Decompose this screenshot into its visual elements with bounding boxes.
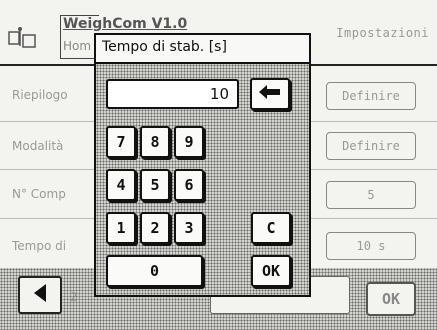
row-button-tempo[interactable]: 10 s [326, 232, 416, 260]
back-button[interactable] [18, 276, 62, 314]
header-subtitle: Hom [63, 39, 92, 53]
dialog-titlebar: Tempo di stab. [s] [96, 35, 309, 64]
clear-button[interactable]: C [251, 212, 291, 244]
row-button-components[interactable]: 5 [326, 181, 416, 209]
stabilization-time-dialog: Tempo di stab. [s] 10 7 8 9 4 5 6 1 2 3 … [94, 33, 311, 297]
key-8[interactable]: 8 [140, 126, 170, 158]
key-7[interactable]: 7 [106, 126, 136, 158]
row-label-riepilogo: Riepilogo [12, 88, 68, 102]
value-display: 10 [106, 79, 239, 109]
key-3[interactable]: 3 [174, 212, 204, 244]
backspace-button[interactable] [250, 78, 290, 110]
key-2[interactable]: 2 [140, 212, 170, 244]
dialog-title: Tempo di stab. [s] [102, 39, 227, 55]
row-label-components: N° Comp [12, 187, 66, 201]
row-button-riepilogo[interactable]: Definire [326, 82, 416, 110]
app-title: WeighCom V1.0 [63, 16, 188, 32]
balance-icon [8, 26, 42, 50]
key-1[interactable]: 1 [106, 212, 136, 244]
key-6[interactable]: 6 [174, 169, 204, 201]
settings-title: Impostazioni [336, 26, 429, 40]
key-9[interactable]: 9 [174, 126, 204, 158]
key-0[interactable]: 0 [106, 255, 203, 287]
screen: WeighCom V1.0 Hom Impostazioni Riepilogo… [0, 0, 437, 330]
arrow-left-icon [259, 85, 281, 103]
row-label-modalita: Modalità [12, 139, 64, 153]
triangle-left-icon [32, 283, 48, 307]
row-button-modalita[interactable]: Definire [326, 132, 416, 160]
ok-button[interactable]: OK [251, 255, 291, 287]
key-5[interactable]: 5 [140, 169, 170, 201]
row-label-tempo: Tempo di [12, 239, 67, 253]
ok-button-bottom[interactable]: OK [366, 282, 416, 316]
page-number: 2 [70, 290, 78, 304]
key-4[interactable]: 4 [106, 169, 136, 201]
dialog-keypad: 10 7 8 9 4 5 6 1 2 3 C 0 OK [96, 64, 309, 295]
